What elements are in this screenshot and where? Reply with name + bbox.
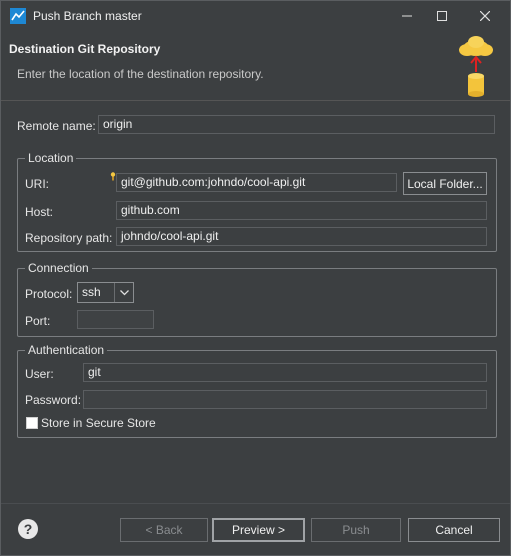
push-branch-dialog: Push Branch master Destination Git Repos… — [0, 0, 511, 556]
window-title: Push Branch master — [33, 9, 142, 23]
title-bar: Push Branch master — [1, 1, 510, 31]
repository-path-label: Repository path: — [25, 231, 113, 245]
location-group-title: Location — [25, 150, 77, 166]
page-description: Enter the location of the destination re… — [17, 67, 264, 81]
uri-input[interactable]: git@github.com:johndo/cool-api.git — [116, 173, 397, 192]
password-label: Password: — [25, 393, 82, 407]
cloud-upload-to-database-icon — [459, 36, 493, 97]
host-input[interactable]: github.com — [116, 201, 487, 220]
local-folder-button[interactable]: Local Folder... — [403, 172, 487, 195]
remote-name-input[interactable]: origin — [98, 115, 495, 134]
remote-name-label: Remote name: — [17, 119, 96, 133]
close-icon[interactable] — [467, 1, 503, 31]
protocol-select[interactable]: ssh — [77, 282, 134, 303]
store-in-secure-store-checkbox[interactable] — [26, 417, 38, 429]
help-icon[interactable]: ? — [18, 519, 38, 539]
password-input[interactable] — [83, 390, 487, 409]
port-label: Port: — [25, 314, 51, 328]
preview-button[interactable]: Preview > — [212, 518, 305, 542]
wizard-banner: Destination Git Repository Enter the loc… — [1, 32, 510, 101]
port-input[interactable] — [77, 310, 154, 329]
page-title: Destination Git Repository — [9, 42, 161, 56]
connection-group-title: Connection — [25, 260, 92, 276]
protocol-label: Protocol: — [25, 287, 73, 301]
chevron-down-icon — [114, 283, 133, 302]
eclipse-git-icon — [10, 8, 26, 24]
repository-path-input[interactable]: johndo/cool-api.git — [116, 227, 487, 246]
user-label: User: — [25, 367, 54, 381]
maximize-icon[interactable] — [424, 1, 460, 31]
uri-label: URI: — [25, 177, 49, 191]
store-in-secure-store-label[interactable]: Store in Secure Store — [41, 416, 156, 430]
back-button[interactable]: < Back — [120, 518, 208, 542]
authentication-group-title: Authentication — [25, 342, 108, 358]
push-button[interactable]: Push — [311, 518, 401, 542]
host-label: Host: — [25, 205, 54, 219]
cancel-button[interactable]: Cancel — [408, 518, 500, 542]
minimize-icon[interactable] — [389, 1, 425, 31]
user-input[interactable]: git — [83, 363, 487, 382]
footer-divider — [1, 503, 510, 504]
protocol-selected-value: ssh — [82, 285, 101, 299]
